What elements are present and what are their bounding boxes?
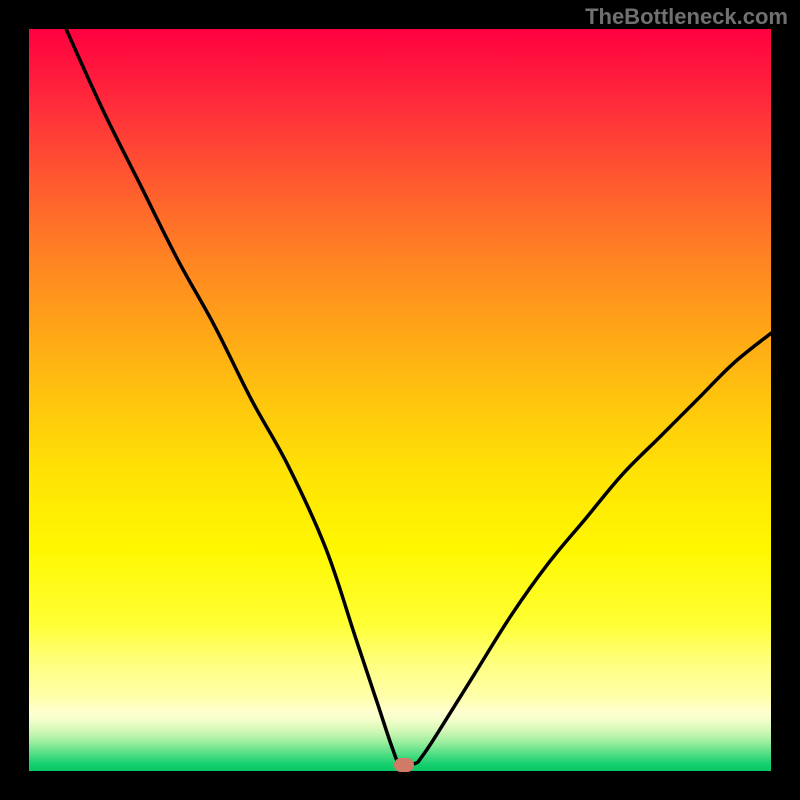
optimal-marker bbox=[394, 758, 414, 772]
chart-container: TheBottleneck.com bbox=[0, 0, 800, 800]
curve-layer bbox=[29, 29, 771, 771]
plot-area bbox=[29, 29, 771, 771]
bottleneck-curve bbox=[66, 29, 771, 765]
attribution-label: TheBottleneck.com bbox=[585, 4, 788, 30]
